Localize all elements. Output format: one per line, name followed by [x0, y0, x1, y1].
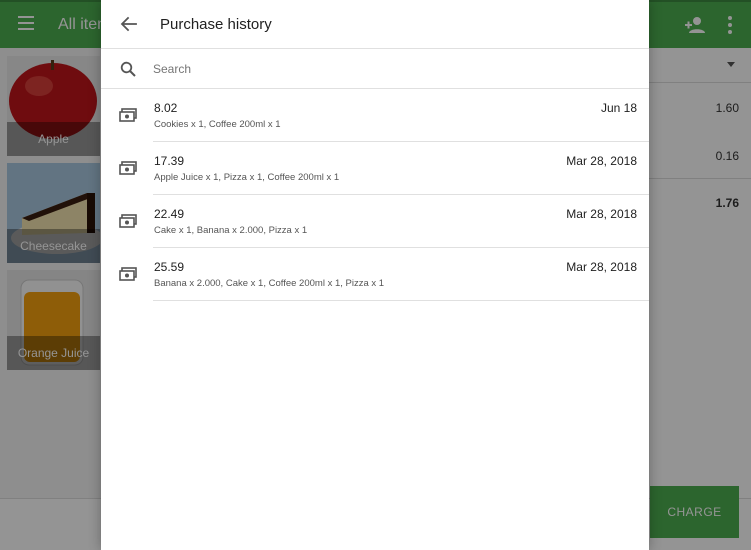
purchase-date: Mar 28, 2018: [566, 154, 637, 168]
purchase-description: Banana x 2.000, Cake x 1, Coffee 200ml x…: [154, 278, 385, 289]
purchase-row[interactable]: 17.39 Mar 28, 2018 Apple Juice x 1, Pizz…: [101, 142, 649, 195]
purchase-date: Mar 28, 2018: [566, 260, 637, 274]
purchase-amount: 8.02: [154, 101, 178, 115]
money-icon: [119, 108, 137, 122]
purchase-row[interactable]: 25.59 Mar 28, 2018 Banana x 2.000, Cake …: [101, 248, 649, 301]
purchase-description: Cookies x 1, Coffee 200ml x 1: [154, 119, 281, 130]
search-row: [101, 49, 649, 89]
dialog-header: Purchase history: [101, 0, 649, 49]
purchase-description: Cake x 1, Banana x 2.000, Pizza x 1: [154, 225, 308, 236]
purchase-description: Apple Juice x 1, Pizza x 1, Coffee 200ml…: [154, 172, 340, 183]
money-icon: [119, 161, 137, 175]
divider: [153, 300, 649, 301]
purchase-history-dialog: Purchase history 8.02 Jun 18 Cookies x 1…: [101, 0, 649, 550]
purchase-date: Jun 18: [600, 101, 637, 115]
purchase-row[interactable]: 8.02 Jun 18 Cookies x 1, Coffee 200ml x …: [101, 89, 649, 142]
money-icon: [119, 214, 137, 228]
purchase-amount: 22.49: [154, 207, 185, 221]
purchase-amount: 17.39: [154, 154, 185, 168]
back-arrow-icon[interactable]: [119, 14, 139, 34]
search-input[interactable]: [153, 57, 623, 81]
purchase-amount: 25.59: [154, 260, 185, 274]
dialog-title: Purchase history: [160, 16, 272, 33]
purchase-list: 8.02 Jun 18 Cookies x 1, Coffee 200ml x …: [101, 89, 649, 301]
search-icon: [120, 61, 136, 77]
purchase-date: Mar 28, 2018: [566, 207, 637, 221]
purchase-row[interactable]: 22.49 Mar 28, 2018 Cake x 1, Banana x 2.…: [101, 195, 649, 248]
money-icon: [119, 267, 137, 281]
